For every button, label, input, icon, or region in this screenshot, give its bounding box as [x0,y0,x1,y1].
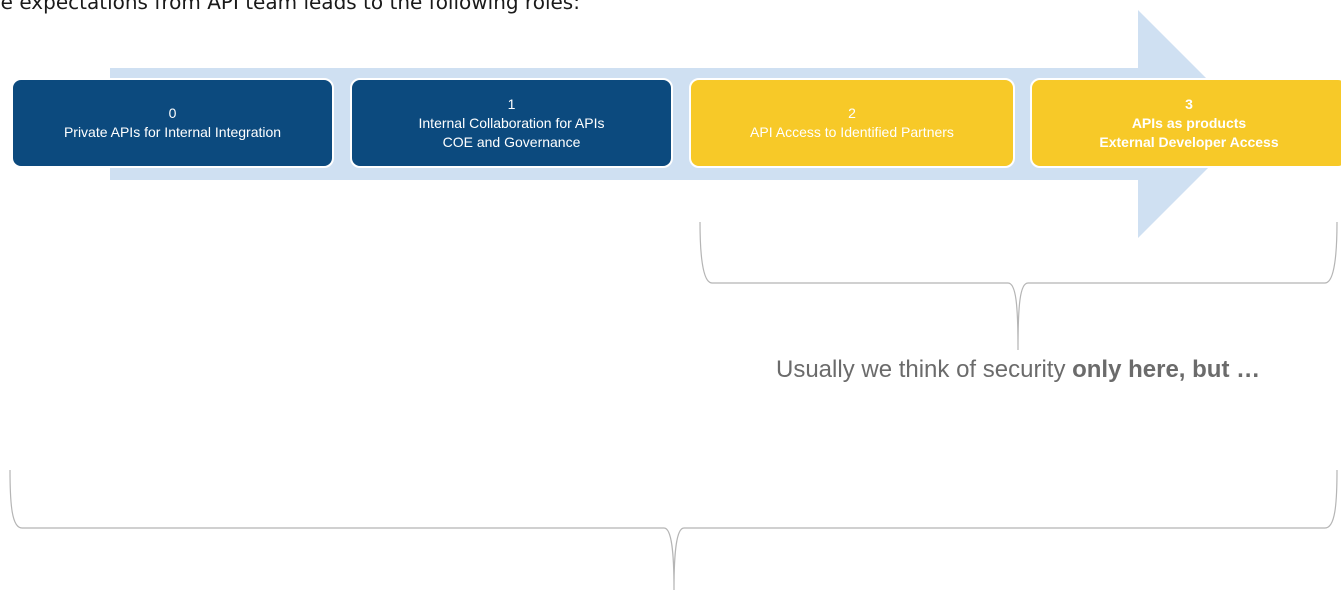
stage-1-box: 1 Internal Collaboration for APIs COE an… [350,78,673,168]
stage-1-label-line-1: Internal Collaboration for APIs [418,114,605,131]
stage-3-label-line-1: APIs as products [1131,114,1247,131]
security-note-emphasis: only here, but … [1072,356,1261,383]
stage-0-label: Private APIs for Internal Integration [63,124,282,140]
security-note-prefix: Usually we think of security [776,356,1073,383]
stage-2-number: 2 [848,105,856,121]
stage-2-box: 2 API Access to Identified Partners [689,78,1015,168]
stage-3-box: 3 APIs as products External Developer Ac… [1030,78,1341,168]
stage-2-label: API Access to Identified Partners [750,124,954,140]
stage-3-number: 3 [1185,95,1193,112]
stage-1-label-line-2: COE and Governance [442,133,581,150]
partial-brace [699,221,1338,351]
stage-3-label-line-2: External Developer Access [1099,133,1279,150]
stage-1-number: 1 [507,95,516,112]
security-note: Usually we think of security only here, … [776,356,1260,384]
stage-0-box: 0 Private APIs for Internal Integration [11,78,334,168]
full-brace [9,469,1338,590]
stage-0-number: 0 [168,105,177,121]
